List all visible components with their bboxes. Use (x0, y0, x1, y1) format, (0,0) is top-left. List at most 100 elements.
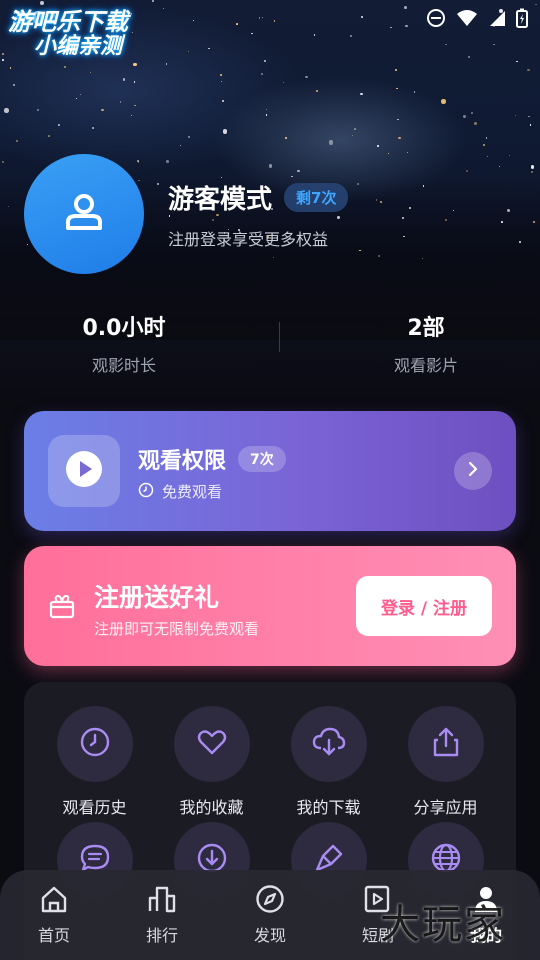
grid-icon-circle (173, 706, 250, 782)
star (132, 62, 137, 67)
star (516, 61, 518, 63)
star (221, 81, 223, 83)
star (465, 170, 468, 173)
star (4, 108, 9, 113)
stat-watched-count: 2部 观看影片 (326, 310, 526, 376)
star (463, 114, 467, 119)
register-gift-card: 注册送好礼 注册即可无限制免费观看 登录 / 注册 (24, 546, 516, 666)
star (329, 140, 334, 145)
star (48, 135, 51, 137)
star (9, 67, 12, 69)
star (285, 137, 288, 140)
stat-watch-time: 0.0小时 观影时长 (24, 310, 224, 376)
share-icon (430, 726, 462, 762)
star (133, 81, 136, 83)
star (485, 137, 488, 140)
status-icons (426, 8, 528, 28)
home-icon (0, 884, 108, 914)
star (406, 151, 409, 154)
remaining-count-badge: 剩7次 (284, 182, 349, 212)
star (75, 98, 77, 100)
stat-value: 2部 (407, 316, 445, 341)
star (79, 93, 82, 96)
nav-item-home[interactable]: 首页 (0, 884, 108, 946)
watermark-top-left: 游吧乐下载 小编亲测 (8, 8, 128, 58)
star (483, 144, 485, 146)
play-icon (65, 450, 103, 492)
star (208, 47, 210, 49)
grid-label: 我的下载 (296, 798, 361, 817)
star (1, 59, 4, 61)
star (220, 73, 223, 76)
perm-title: 观看权限 (138, 449, 227, 474)
star (92, 127, 94, 129)
stats-divider (279, 322, 280, 352)
star (501, 221, 504, 223)
perm-subtitle-row: 免费观看 (138, 481, 222, 502)
star (119, 101, 122, 103)
star (360, 92, 363, 96)
star (493, 43, 496, 46)
star (282, 81, 285, 84)
stat-label: 观影时长 (91, 356, 156, 375)
watch-permission-card[interactable]: 观看权限 7次 免费观看 (24, 411, 516, 531)
watermark-line1: 游吧乐下载 (8, 8, 128, 36)
nav-item-discover[interactable]: 发现 (216, 884, 324, 946)
grid-item-history[interactable]: 观看历史 (36, 706, 153, 818)
star (471, 111, 474, 115)
signal-icon (488, 9, 506, 27)
nav-label: 首页 (37, 926, 70, 945)
grid-item-favorites[interactable]: 我的收藏 (153, 706, 270, 818)
profile-info: 游客模式 剩7次 注册登录享受更多权益 (168, 179, 349, 250)
perm-thumbnail (48, 435, 120, 507)
star (187, 135, 190, 138)
star (316, 89, 319, 92)
perm-arrow-button[interactable] (454, 452, 492, 490)
gift-icon (48, 592, 76, 624)
ranking-icon (108, 884, 216, 914)
star (397, 118, 399, 120)
star (122, 78, 126, 81)
login-register-button[interactable]: 登录 / 注册 (356, 576, 492, 636)
gift-title: 注册送好礼 (94, 583, 220, 612)
grid-item-downloads[interactable]: 我的下载 (270, 706, 387, 818)
watermark-bottom-right: 大玩家 (380, 902, 506, 948)
star (379, 200, 382, 203)
star (388, 152, 390, 155)
avatar[interactable] (24, 154, 144, 274)
star (398, 137, 401, 140)
star (395, 69, 398, 72)
star (1, 161, 4, 163)
grid-item-share[interactable]: 分享应用 (387, 706, 504, 818)
battery-icon (516, 8, 528, 28)
stat-value: 0.0小时 (82, 316, 166, 341)
compass-icon (216, 884, 324, 914)
star (266, 109, 268, 111)
star (486, 155, 488, 158)
perm-count-badge: 7次 (238, 446, 286, 472)
nav-label: 发现 (253, 926, 286, 945)
nav-item-ranking[interactable]: 排行 (108, 884, 216, 946)
star (134, 104, 137, 107)
star (12, 84, 15, 86)
star (498, 165, 501, 168)
star (15, 139, 18, 142)
grid-icon-circle (290, 706, 367, 782)
star (527, 68, 530, 72)
user-avatar-icon (60, 188, 108, 240)
star (36, 108, 39, 112)
star (63, 65, 66, 68)
clock-icon (138, 482, 162, 502)
star (422, 257, 424, 259)
grid-label: 观看历史 (62, 798, 127, 817)
star (266, 115, 268, 117)
clock-icon (79, 726, 111, 762)
star (222, 129, 228, 134)
star (441, 99, 446, 104)
perm-subtitle: 免费观看 (162, 483, 223, 501)
grid-label: 我的收藏 (179, 798, 244, 817)
star (529, 124, 532, 126)
star (130, 115, 132, 117)
star (473, 122, 477, 126)
profile-header[interactable]: 游客模式 剩7次 注册登录享受更多权益 (24, 154, 349, 274)
